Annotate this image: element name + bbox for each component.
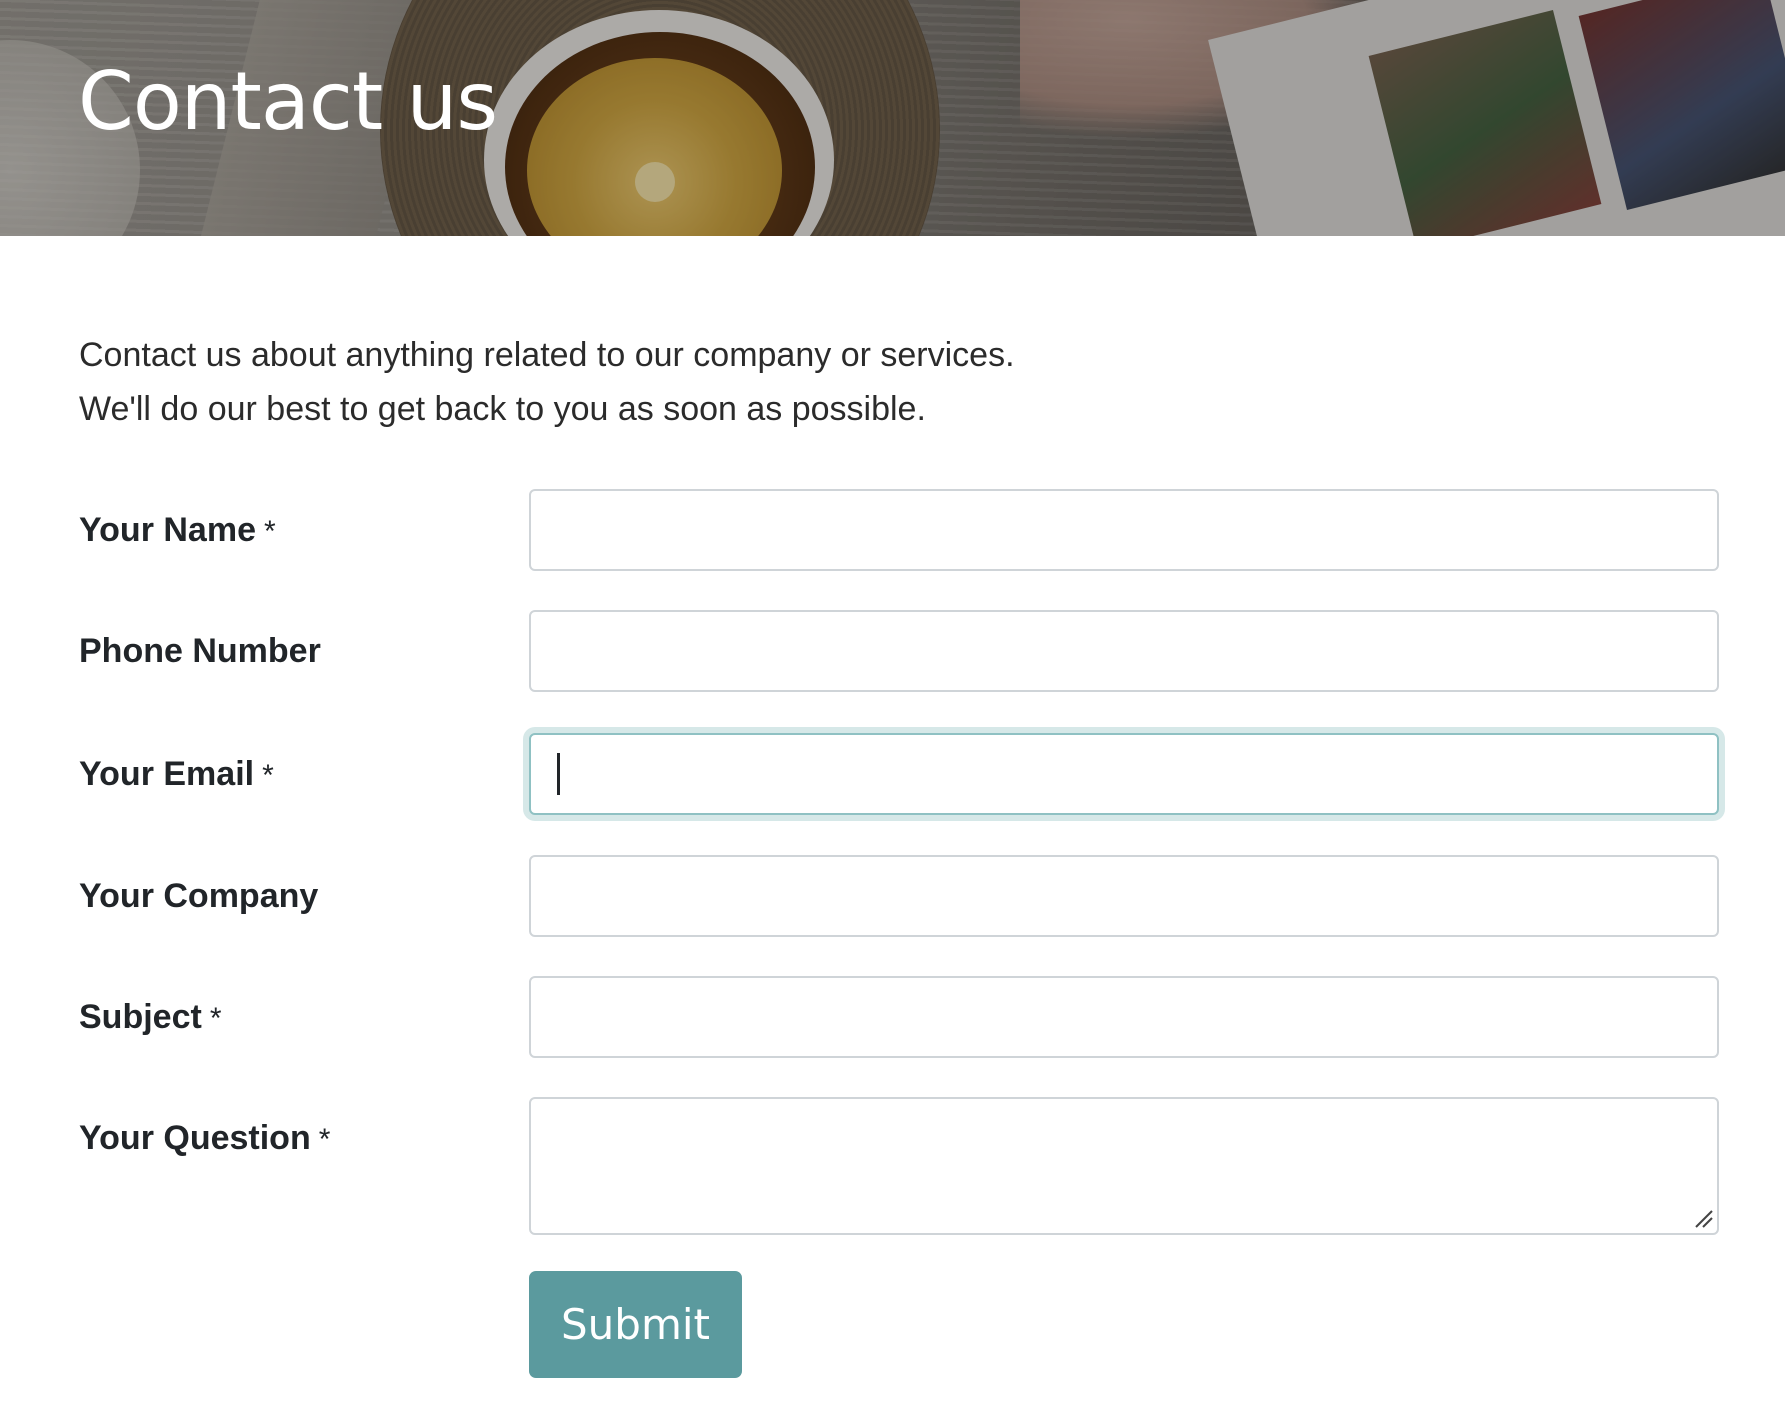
resize-grip-icon[interactable] — [1692, 1207, 1714, 1229]
intro-text: Contact us about anything related to our… — [79, 328, 1015, 436]
phone-label: Phone Number — [79, 631, 321, 671]
name-label-text: Your Name — [79, 511, 256, 549]
submit-button[interactable]: Submit — [529, 1271, 742, 1378]
page-title: Contact us — [78, 55, 498, 148]
email-label: Your Email * — [79, 754, 274, 796]
phone-label-text: Phone Number — [79, 632, 321, 670]
name-input[interactable] — [529, 489, 1719, 571]
question-label-text: Your Question — [79, 1119, 311, 1157]
subject-label: Subject * — [79, 997, 222, 1039]
name-label: Your Name * — [79, 510, 276, 552]
company-input[interactable] — [529, 855, 1719, 937]
question-label: Your Question * — [79, 1118, 330, 1160]
header-banner: Contact us — [0, 0, 1785, 236]
company-label-text: Your Company — [79, 877, 319, 915]
intro-line: Contact us about anything related to our… — [79, 336, 1015, 374]
subject-label-text: Subject — [79, 998, 202, 1036]
required-marker: * — [263, 515, 276, 548]
company-label: Your Company — [79, 876, 318, 916]
required-marker: * — [318, 1123, 331, 1156]
email-label-text: Your Email — [79, 755, 255, 793]
subject-input[interactable] — [529, 976, 1719, 1058]
intro-line: We'll do our best to get back to you as … — [79, 390, 926, 428]
contact-page: Contact us Contact us about anything rel… — [0, 0, 1785, 1416]
required-marker: * — [262, 759, 274, 792]
required-marker: * — [209, 1002, 222, 1035]
phone-input[interactable] — [529, 610, 1719, 692]
text-cursor — [557, 753, 560, 795]
question-textarea[interactable] — [529, 1097, 1719, 1235]
email-input[interactable] — [529, 733, 1719, 815]
